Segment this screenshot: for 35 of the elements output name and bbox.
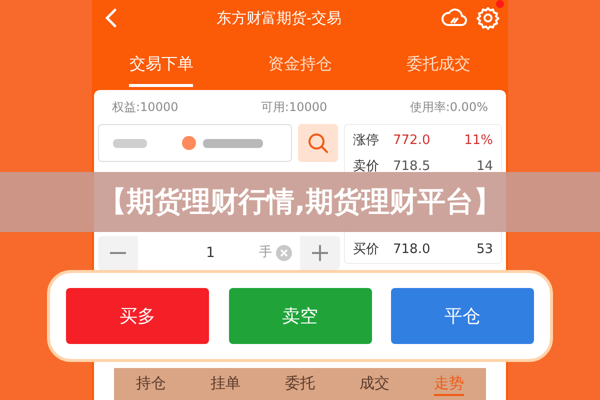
- book-label: 涨停: [353, 132, 380, 150]
- action-button[interactable]: 卖空: [228, 288, 372, 344]
- cloud-icon[interactable]: [440, 7, 468, 29]
- bottom-tab[interactable]: 挂单: [210, 372, 241, 396]
- book-label: 卖价: [353, 158, 380, 176]
- action-button[interactable]: 买多: [66, 288, 209, 344]
- book-volume: 53: [476, 241, 493, 259]
- bottom-tab[interactable]: 成交: [359, 372, 390, 396]
- minus-icon: [110, 252, 126, 254]
- book-volume: 11%: [464, 132, 493, 150]
- book-label: 买价: [353, 241, 380, 259]
- contract-field[interactable]: [98, 124, 292, 162]
- search-button[interactable]: [298, 124, 338, 162]
- search-icon: [307, 132, 329, 154]
- account-stat: 权益:10000: [112, 99, 178, 116]
- unit-label: 手: [259, 244, 272, 262]
- book-price: 718.0: [393, 241, 432, 259]
- clear-icon[interactable]: [276, 245, 292, 261]
- bottom-tab[interactable]: 持仓: [136, 372, 166, 396]
- action-button[interactable]: 平仓: [391, 288, 534, 344]
- quantity-value[interactable]: 1: [138, 242, 259, 264]
- book-price: 718.5: [393, 158, 432, 176]
- settings-icon[interactable]: [476, 6, 500, 30]
- back-icon[interactable]: [104, 7, 118, 29]
- plus-icon: [312, 245, 328, 261]
- banner-text: 【期货理财行情,期货理财平台】: [98, 184, 502, 220]
- book-price: 772.0: [393, 132, 432, 150]
- account-stat: 使用率:0.00%: [410, 99, 488, 116]
- bottom-tab[interactable]: 委托: [284, 372, 315, 396]
- tab[interactable]: 委托成交: [406, 52, 471, 86]
- tab[interactable]: 交易下单: [129, 52, 194, 86]
- book-volume: 14: [476, 158, 493, 176]
- tab[interactable]: 资金持仓: [268, 52, 332, 86]
- account-stat: 可用:10000: [260, 99, 328, 116]
- window-title: 东方财富期货-交易: [215, 8, 343, 29]
